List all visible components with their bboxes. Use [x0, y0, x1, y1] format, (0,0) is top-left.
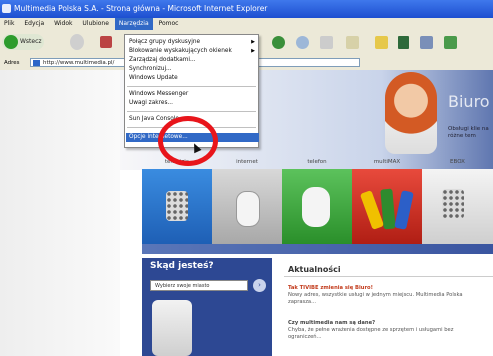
history-icon[interactable] — [375, 36, 388, 49]
submenu-arrow-icon: ▶ — [251, 39, 255, 45]
menu-favorites[interactable]: Ulubione — [78, 18, 113, 30]
page-icon — [33, 60, 40, 66]
remote-blue-icon — [394, 190, 414, 230]
favorites-icon[interactable] — [346, 36, 359, 49]
stop-icon[interactable] — [100, 36, 112, 48]
menu-help[interactable]: Pomoc — [155, 18, 183, 30]
remote-green-icon — [380, 188, 396, 230]
go-arrow-icon[interactable]: › — [253, 279, 266, 292]
forward-button[interactable] — [70, 34, 84, 50]
news-heading: Aktualności — [288, 265, 341, 274]
ie-app-icon — [2, 4, 11, 13]
panel-device-image — [152, 300, 192, 356]
menu-item-newsgroups[interactable]: Połącz grupy dyskusyjne — [129, 38, 200, 47]
submenu-arrow-icon: ▶ — [251, 48, 255, 54]
messenger-icon[interactable] — [444, 36, 457, 49]
back-arrow-icon — [4, 35, 18, 49]
mouse-icon — [236, 191, 260, 227]
product-tile-internet[interactable] — [212, 169, 282, 244]
menu-item-windows-update[interactable]: Windows Update — [129, 74, 178, 83]
region-panel-title: Skąd jesteś? — [150, 261, 214, 271]
page-left-background — [0, 70, 120, 356]
home-icon[interactable] — [296, 36, 309, 49]
menu-item-synchronize[interactable]: Synchronizuj... — [129, 65, 172, 74]
menu-tools[interactable]: Narzędzia — [114, 18, 153, 30]
menu-item-windows-messenger[interactable]: Windows Messenger — [129, 90, 188, 99]
menu-item-notes[interactable]: Uwagi zakres... — [129, 99, 173, 108]
banner-headline: Biuro O — [448, 92, 493, 111]
news-item-1-text: Nowy adres, wszystkie usługi w jednym mi… — [288, 292, 463, 305]
phone-icon — [302, 187, 330, 227]
address-url: http://www.multimedia.pl/ — [43, 60, 115, 66]
city-select[interactable]: Wybierz swoje miasto — [150, 280, 248, 291]
menu-separator — [127, 111, 256, 112]
product-bottom-strip — [142, 244, 493, 254]
product-tile-telewizja[interactable] — [142, 169, 212, 244]
window-title: Multimedia Polska S.A. - Strona główna -… — [14, 4, 268, 13]
menu-separator — [127, 86, 256, 87]
product-tile-ebox[interactable] — [422, 169, 493, 244]
banner-text: Obsługi klie na różne tem — [448, 126, 489, 139]
menu-edit[interactable]: Edycja — [20, 18, 48, 30]
news-item-2-title: Czy multimedia nam są dane? — [288, 320, 376, 326]
news-divider — [284, 276, 493, 277]
menu-item-manage-addons[interactable]: Zarządzaj dodatkami... — [129, 56, 196, 65]
news-item-2[interactable]: Czy multimedia nam są dane? Chyba, że pe… — [288, 320, 488, 341]
menu-item-popup-blocker[interactable]: Blokowanie wyskakujących okienek — [129, 47, 232, 56]
keypad-icon — [442, 189, 464, 219]
news-item-1-title: Tak TIVIBE zmienia się Biuro! — [288, 285, 373, 291]
remote-control-icon — [166, 191, 188, 221]
mail-icon[interactable] — [398, 36, 409, 49]
refresh-icon[interactable] — [272, 36, 285, 49]
news-item-1[interactable]: Tak TIVIBE zmienia się Biuro! Nowy adres… — [288, 285, 488, 306]
menu-view[interactable]: Widok — [50, 18, 76, 30]
news-item-2-text: Chyba, że pełne wrażenia dostępne ze spr… — [288, 327, 454, 340]
highlight-circle — [158, 116, 218, 166]
back-label: Wstecz — [20, 38, 42, 45]
menu-file[interactable]: Plik — [0, 18, 18, 30]
window-titlebar: Multimedia Polska S.A. - Strona główna -… — [0, 0, 493, 18]
print-icon[interactable] — [420, 36, 433, 49]
product-tile-multimax[interactable] — [352, 169, 422, 244]
hero-woman-image — [385, 72, 437, 154]
product-tile-telefon[interactable] — [282, 169, 352, 244]
address-label: Adres — [4, 60, 20, 66]
search-icon[interactable] — [320, 36, 333, 49]
menubar: Plik Edycja Widok Ulubione Narzędzia Pom… — [0, 18, 493, 30]
back-button[interactable]: Wstecz — [2, 34, 44, 50]
